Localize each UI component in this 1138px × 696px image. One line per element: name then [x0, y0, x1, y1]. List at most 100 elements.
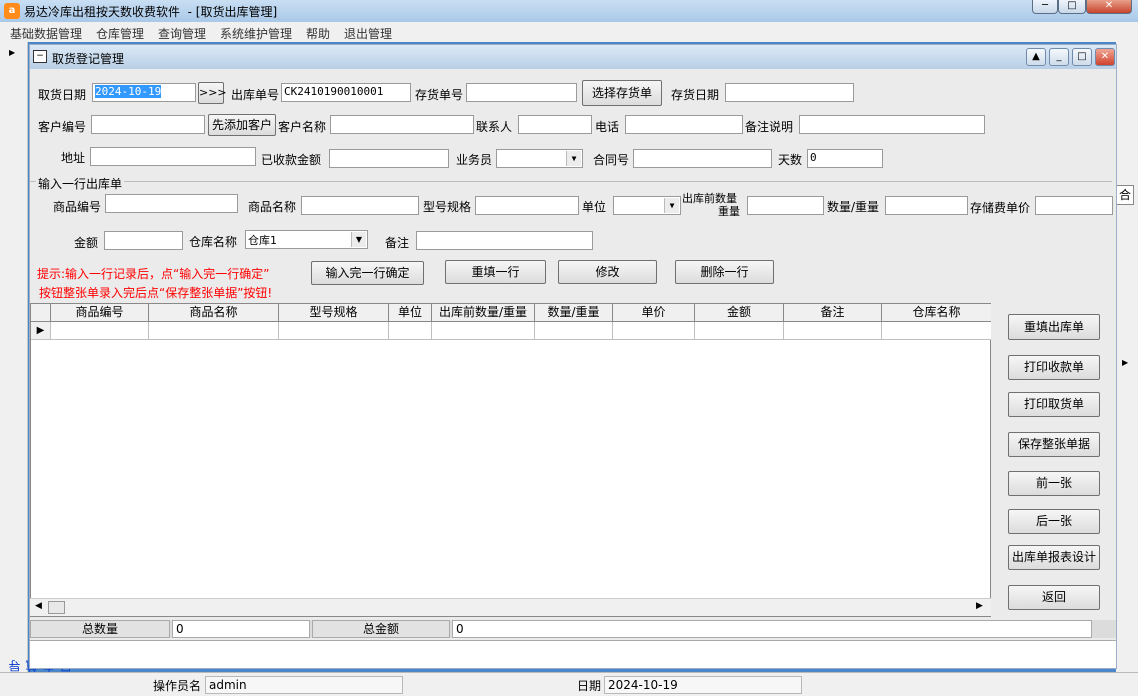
customer-name-input[interactable] — [330, 115, 474, 134]
before-qty-input[interactable] — [747, 196, 824, 215]
column-header[interactable]: 单价 — [613, 304, 695, 322]
menu-warehouse[interactable]: 仓库管理 — [96, 25, 144, 42]
confirm-row-button[interactable]: 输入完一行确定 — [311, 261, 424, 285]
grid-cell[interactable] — [279, 322, 389, 340]
address-input[interactable] — [90, 147, 256, 166]
column-header[interactable]: 单位 — [389, 304, 432, 322]
product-name-input[interactable] — [301, 196, 419, 215]
qty-weight-label: 数量/重量 — [827, 200, 880, 214]
scroll-up-button[interactable]: ▲ — [1026, 48, 1046, 66]
nav-wizard-tab[interactable]: 导航向导 — [6, 660, 73, 672]
qty-weight-input[interactable] — [885, 196, 968, 215]
refill-row-button[interactable]: 重填一行 — [445, 260, 546, 284]
total-amount-label: 总金额 — [312, 620, 450, 638]
print-receipt-button[interactable]: 打印收款单 — [1008, 355, 1100, 380]
grid-cell[interactable] — [51, 322, 149, 340]
stock-no-input[interactable] — [466, 83, 577, 102]
child-close-button[interactable]: ✕ — [1095, 48, 1115, 66]
salesman-select[interactable]: ▼ — [496, 149, 583, 168]
product-name-label: 商品名称 — [248, 200, 297, 214]
print-pickup-button[interactable]: 打印取货单 — [1008, 392, 1100, 417]
next-bill-button[interactable]: 后一张 — [1008, 509, 1100, 534]
column-header[interactable]: 备注 — [784, 304, 882, 322]
child-maximize-button[interactable]: □ — [1072, 48, 1092, 66]
grid-cell[interactable] — [784, 322, 882, 340]
save-whole-bill-button[interactable]: 保存整张单据 — [1008, 432, 1100, 457]
phone-label: 电话 — [595, 120, 620, 134]
menu-help[interactable]: 帮助 — [306, 25, 330, 42]
column-header[interactable]: 商品名称 — [149, 304, 279, 322]
grid-cell[interactable] — [389, 322, 432, 340]
report-design-button[interactable]: 出库单报表设计 — [1008, 545, 1100, 570]
menu-system[interactable]: 系统维护管理 — [220, 25, 292, 42]
column-header[interactable]: 金额 — [695, 304, 784, 322]
menu-basic-data[interactable]: 基础数据管理 — [10, 25, 82, 42]
refill-outbound-button[interactable]: 重填出库单 — [1008, 314, 1100, 340]
column-header[interactable]: 型号规格 — [279, 304, 389, 322]
grid-cell[interactable] — [695, 322, 784, 340]
grid-cell[interactable] — [613, 322, 695, 340]
spec-input[interactable] — [475, 196, 579, 215]
received-amount-input[interactable] — [329, 149, 449, 168]
column-header[interactable]: 出库前数量/重量 — [432, 304, 535, 322]
days-label: 天数 — [778, 153, 803, 167]
remark-desc-label: 备注说明 — [745, 120, 794, 134]
menu-query[interactable]: 查询管理 — [158, 25, 206, 42]
pickup-date-label: 取货日期 — [38, 88, 87, 102]
child-window-title: 取货登记管理 — [52, 52, 125, 66]
note-input[interactable] — [416, 231, 593, 250]
add-customer-button[interactable]: 先添加客户 — [208, 114, 276, 136]
out-no-input[interactable]: CK2410190010001 — [281, 83, 411, 102]
column-header[interactable]: 仓库名称 — [882, 304, 991, 322]
maximize-button[interactable]: □ — [1058, 0, 1086, 14]
scroll-left-icon[interactable]: ◀ — [35, 601, 42, 611]
horizontal-scrollbar[interactable]: ◀ ▶ — [30, 598, 991, 616]
unit-select[interactable]: ▼ — [613, 196, 681, 215]
grid-cell[interactable] — [432, 322, 535, 340]
date-picker-button[interactable]: >>> — [198, 82, 227, 104]
child-minimize-button[interactable]: _ — [1049, 48, 1069, 66]
storage-price-input[interactable] — [1035, 196, 1113, 215]
close-button[interactable]: ✕ — [1086, 0, 1132, 14]
pickup-date-input[interactable]: 2024-10-19 — [92, 83, 196, 102]
stock-date-input[interactable] — [725, 83, 854, 102]
return-button[interactable]: 返回 — [1008, 585, 1100, 610]
right-scroll-arrow-icon[interactable]: ▶ — [1122, 358, 1128, 367]
unit-label: 单位 — [582, 200, 607, 214]
scroll-thumb[interactable] — [48, 601, 65, 614]
window-menu-icon[interactable]: − — [33, 50, 47, 63]
grid-cell[interactable] — [882, 322, 991, 340]
warehouse-select[interactable]: 仓库1 ▼ — [245, 230, 368, 249]
remark-desc-input[interactable] — [799, 115, 985, 134]
days-input[interactable]: 0 — [807, 149, 883, 168]
delete-row-button[interactable]: 删除一行 — [675, 260, 774, 284]
amount-input[interactable] — [104, 231, 183, 250]
contract-no-label: 合同号 — [593, 153, 630, 167]
app-icon: a — [4, 3, 20, 19]
bottom-pane — [30, 640, 1116, 668]
grid-cell[interactable] — [149, 322, 279, 340]
minimize-button[interactable]: ─ — [1032, 0, 1058, 14]
product-no-label: 商品编号 — [53, 200, 102, 214]
previous-bill-button[interactable]: 前一张 — [1008, 471, 1100, 496]
contact-input[interactable] — [518, 115, 592, 134]
column-header[interactable]: 商品编号 — [51, 304, 149, 322]
phone-input[interactable] — [625, 115, 743, 134]
total-qty-value: 0 — [172, 620, 310, 638]
detail-grid[interactable]: 商品编号 商品名称 型号规格 单位 出库前数量/重量 数量/重量 单价 金额 备… — [30, 303, 991, 617]
product-no-input[interactable] — [105, 194, 238, 213]
column-header[interactable]: 数量/重量 — [535, 304, 613, 322]
contract-no-input[interactable] — [633, 149, 772, 168]
menu-exit[interactable]: 退出管理 — [344, 25, 392, 42]
customer-no-input[interactable] — [91, 115, 205, 134]
out-no-label: 出库单号 — [231, 88, 280, 102]
salesman-label: 业务员 — [456, 153, 493, 167]
nav-expand-icon[interactable]: ▶ — [9, 48, 15, 57]
grid-cell[interactable] — [535, 322, 613, 340]
customer-no-label: 客户编号 — [38, 120, 87, 134]
row-selector-icon[interactable]: ▶ — [31, 322, 51, 340]
scroll-right-icon[interactable]: ▶ — [976, 601, 983, 611]
select-stock-button[interactable]: 选择存货单 — [582, 80, 662, 106]
operator-label: 操作员名 — [153, 679, 202, 693]
edit-button[interactable]: 修改 — [558, 260, 657, 284]
